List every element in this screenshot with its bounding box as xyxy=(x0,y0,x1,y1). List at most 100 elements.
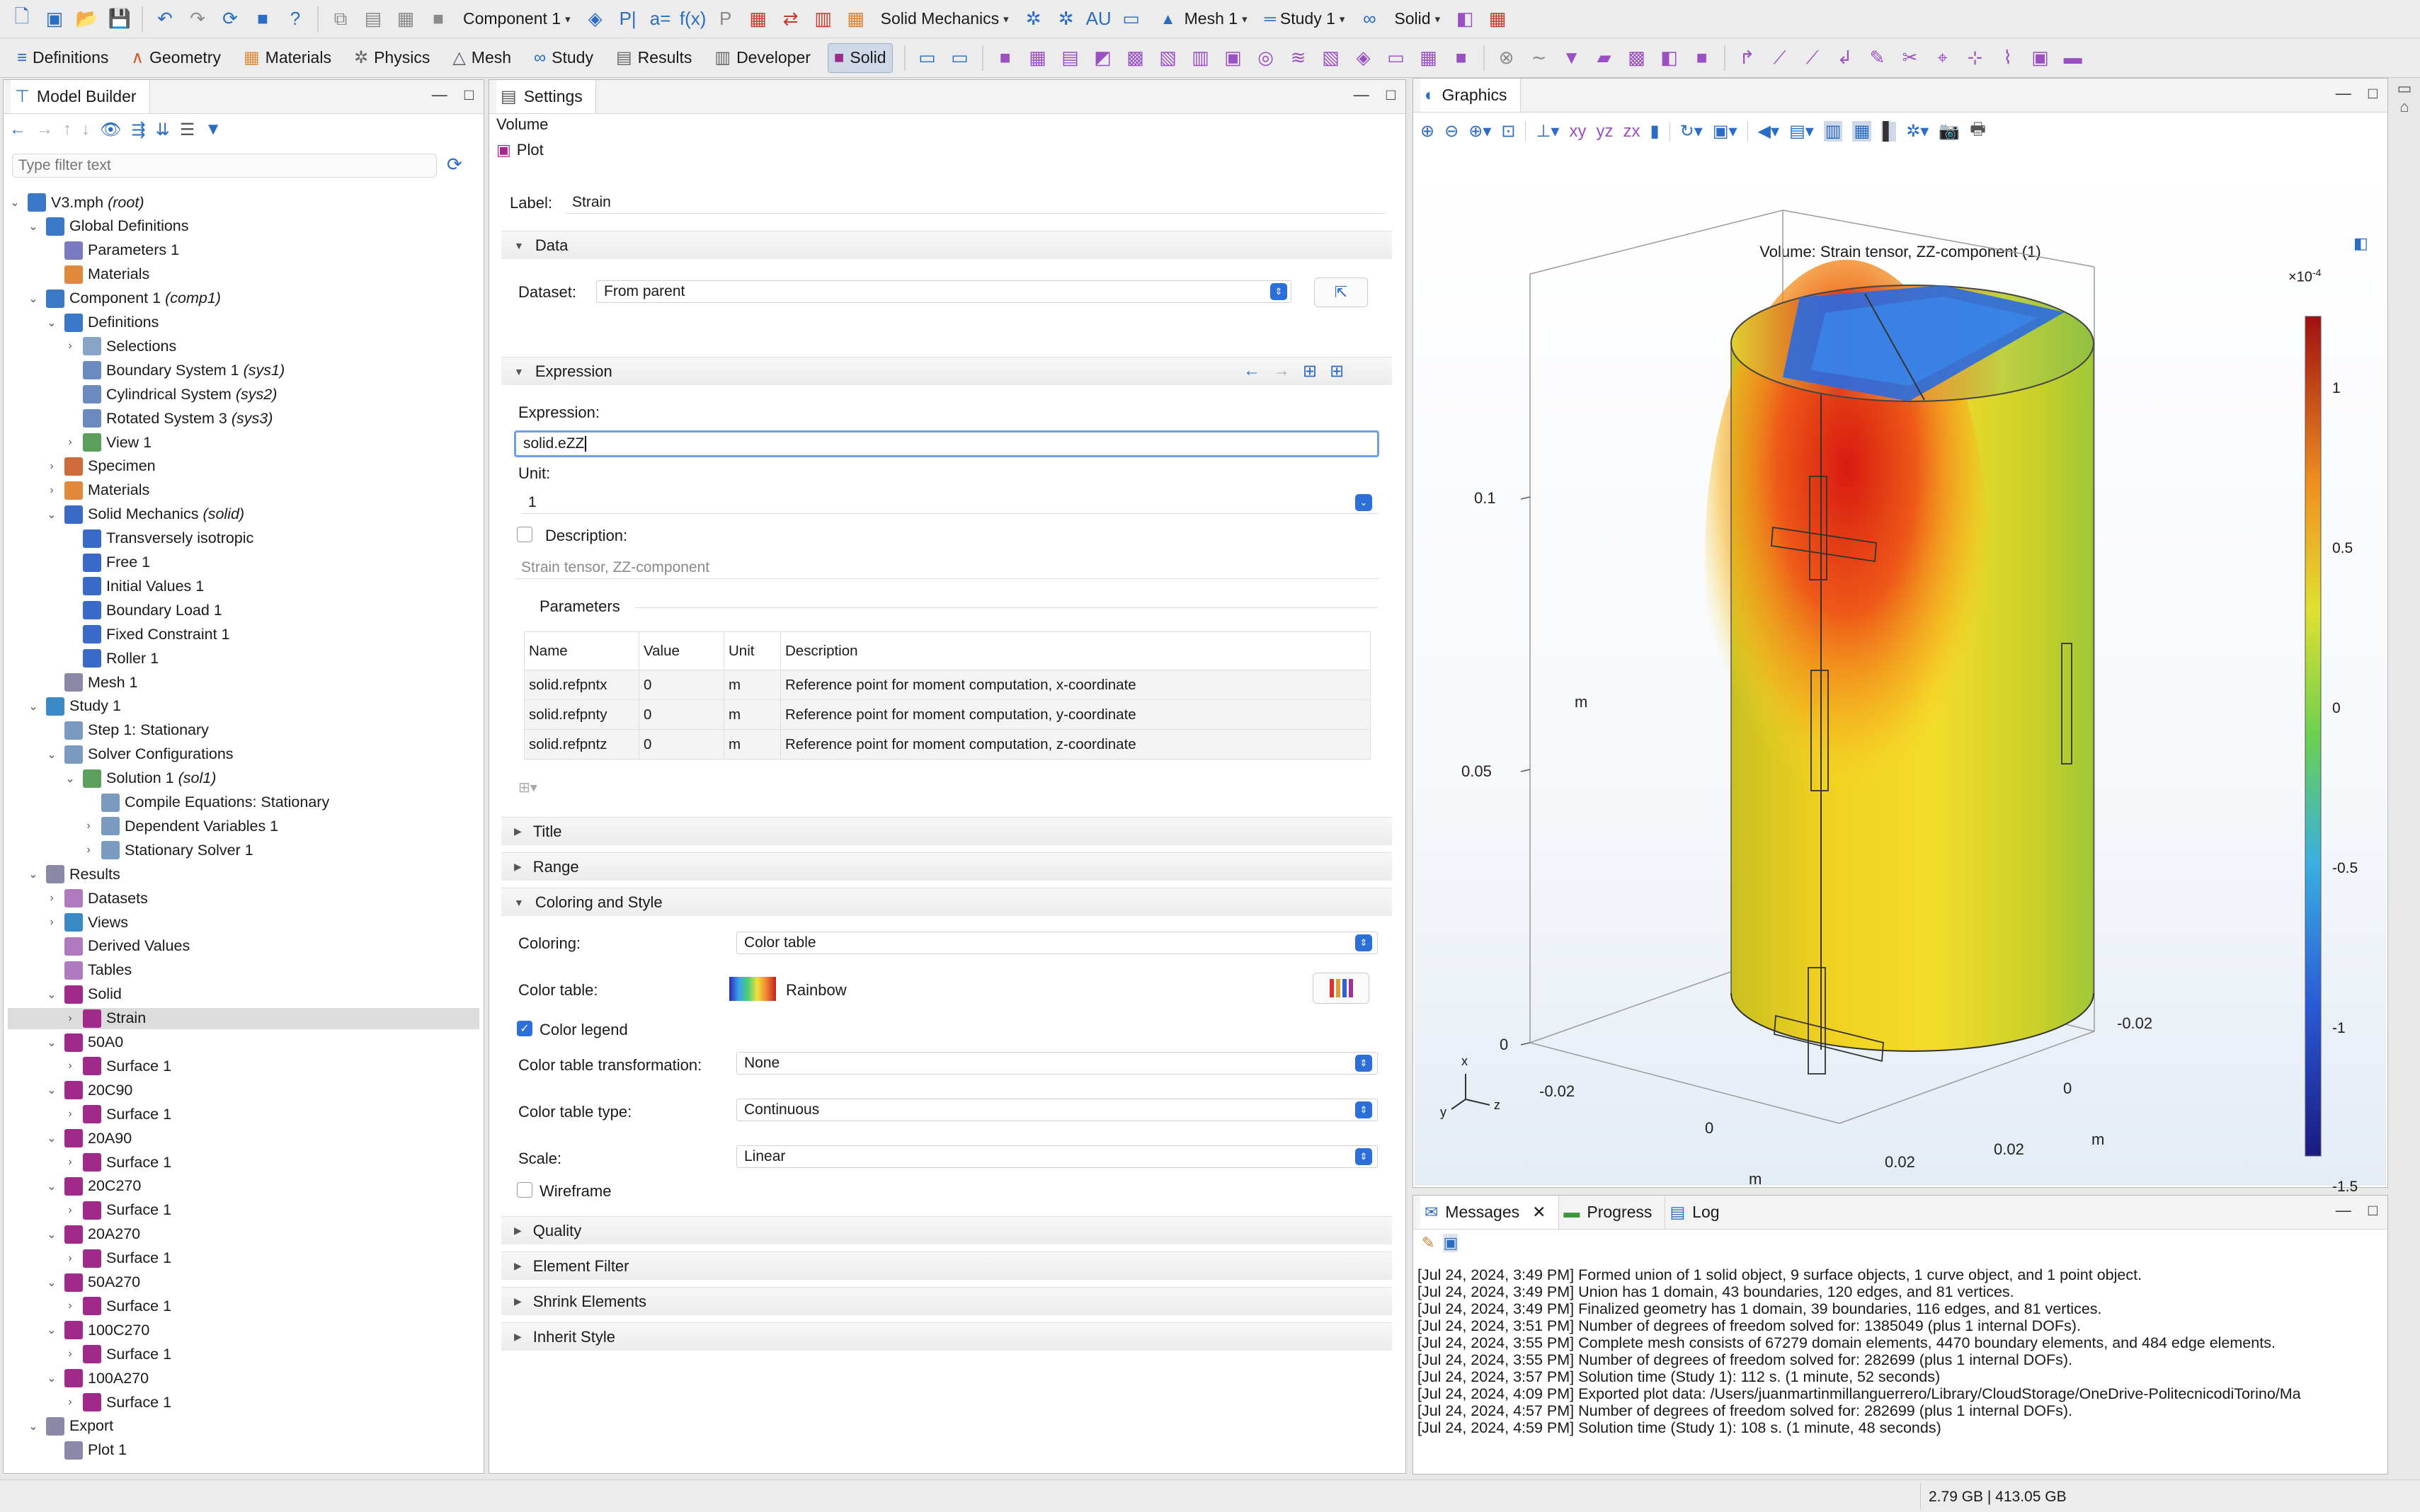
restore-icon[interactable]: ▭ xyxy=(2397,79,2412,97)
domain-icon[interactable]: ✲ xyxy=(1022,7,1046,31)
zoom-out-icon[interactable]: ⊖ xyxy=(1444,121,1459,142)
selection-icon[interactable]: ▰ xyxy=(1592,46,1616,70)
arrow-volume-icon[interactable]: ▧ xyxy=(1156,46,1180,70)
tab-definitions[interactable]: ≡ Definitions xyxy=(11,43,114,73)
graphics-tab[interactable]: ◐ Graphics xyxy=(1420,79,1521,112)
chevron-right-icon[interactable]: › xyxy=(63,340,77,353)
component-dropdown[interactable]: Component 1 ▾ xyxy=(463,9,571,28)
maximize-icon[interactable]: □ xyxy=(2368,84,2378,103)
tree-item[interactable]: ⌄ Study 1 xyxy=(8,696,479,717)
chevron-right-icon[interactable]: › xyxy=(63,1012,77,1025)
chevron-right-icon[interactable]: › xyxy=(63,1060,77,1072)
chevron-right-icon[interactable]: › xyxy=(63,1396,77,1409)
chevron-right-icon[interactable]: › xyxy=(81,820,96,832)
application-icon[interactable]: ▣ xyxy=(42,7,67,31)
chevron-down-icon[interactable]: ⌄ xyxy=(45,1131,59,1145)
legend-toggle-icon[interactable]: ▌ xyxy=(1881,121,1897,142)
tree-item[interactable]: Cylindrical System (sys2) xyxy=(8,384,479,405)
boundary-icon[interactable]: ✲ xyxy=(1054,7,1078,31)
au-icon[interactable]: AU xyxy=(1086,7,1112,31)
volume-icon[interactable]: ■ xyxy=(993,46,1017,70)
physics-dropdown[interactable]: Solid Mechanics ▾ xyxy=(881,9,1009,28)
materials-icon[interactable]: ▦ xyxy=(844,7,868,31)
chevron-right-icon[interactable]: › xyxy=(63,1252,77,1265)
tree-item[interactable]: Compile Equations: Stationary xyxy=(8,792,479,813)
section-inherit-style[interactable]: ▶ Inherit Style xyxy=(501,1322,1392,1351)
replace-expression-icon[interactable]: ← xyxy=(1243,361,1260,382)
tree-item[interactable]: › Dependent Variables 1 xyxy=(8,815,479,837)
coloring-select-arrow-icon[interactable]: ⇕ xyxy=(1355,934,1372,951)
tree-item[interactable]: › Surface 1 xyxy=(8,1200,479,1221)
pi-icon[interactable]: P xyxy=(714,7,738,31)
tree-item[interactable]: › Surface 1 xyxy=(8,1152,479,1173)
chevron-down-icon[interactable]: ⌄ xyxy=(26,292,40,306)
section-data[interactable]: ▼ Data xyxy=(501,231,1392,259)
chevron-right-icon[interactable]: › xyxy=(63,1300,77,1312)
probe-icon[interactable]: ↲ xyxy=(1833,46,1857,70)
import-icon[interactable]: ⇄ xyxy=(779,7,803,31)
help-icon[interactable]: ? xyxy=(283,7,307,31)
chevron-down-icon[interactable]: ⌄ xyxy=(45,1323,59,1337)
tree-item[interactable]: ⌄ Export xyxy=(8,1416,479,1437)
tree-item[interactable]: › Specimen xyxy=(8,456,479,477)
chevron-down-icon[interactable]: ⌄ xyxy=(45,316,59,330)
tree-item[interactable]: ⌄ Global Definitions xyxy=(8,216,479,237)
rotate-icon[interactable]: ↻▾ xyxy=(1680,121,1703,142)
tree-item[interactable]: Free 1 xyxy=(8,552,479,573)
tree-item[interactable]: Materials xyxy=(8,264,479,285)
settings-tab[interactable]: ▤ Settings xyxy=(496,80,596,113)
param-value[interactable]: 0 xyxy=(639,670,724,700)
particle-icon[interactable]: ▣ xyxy=(1221,46,1245,70)
minimize-icon[interactable]: — xyxy=(2336,84,2351,103)
color-table-type-select[interactable]: Continuous xyxy=(736,1099,1378,1121)
unit-select[interactable]: 1 xyxy=(521,491,1379,514)
param-value[interactable]: 0 xyxy=(639,699,724,730)
cut-plane-icon[interactable]: ✂ xyxy=(1898,46,1922,70)
plot-in-icon[interactable]: ▭ xyxy=(948,46,972,70)
selection-mode-icon[interactable]: ▣▾ xyxy=(1713,121,1737,142)
tree-item[interactable]: ⌄ Component 1 (comp1) xyxy=(8,288,479,309)
wireframe-toggle-icon[interactable]: ▥ xyxy=(1823,121,1843,142)
chevron-down-icon[interactable]: ⌄ xyxy=(26,1419,40,1433)
chevron-right-icon[interactable]: › xyxy=(45,484,59,497)
minimize-icon[interactable]: — xyxy=(1354,86,1369,104)
copy-icon[interactable]: ⧉ xyxy=(329,7,353,31)
tree-item[interactable]: Derived Values xyxy=(8,936,479,957)
section-quality[interactable]: ▶ Quality xyxy=(501,1216,1392,1244)
functions-icon[interactable]: f(x) xyxy=(680,7,707,31)
tree-item[interactable]: ⌄ 50A0 xyxy=(8,1032,479,1053)
multislice-icon[interactable]: ▦ xyxy=(1026,46,1050,70)
export-image-icon[interactable]: ▣ xyxy=(2028,46,2053,70)
scale-select[interactable]: Linear xyxy=(736,1145,1378,1168)
link-icon[interactable]: ⊗ xyxy=(1495,46,1519,70)
deformation-icon[interactable]: ▼ xyxy=(1560,46,1584,70)
tree-item[interactable]: Roller 1 xyxy=(8,648,479,669)
windows-icon[interactable]: ■ xyxy=(251,7,275,31)
view-axes-icon[interactable]: ⊥▾ xyxy=(1536,121,1559,142)
color-legend-checkbox[interactable]: ✓ xyxy=(517,1021,532,1036)
measure-icon[interactable]: ⊹ xyxy=(1963,46,1987,70)
color-table-transformation-select[interactable]: None xyxy=(736,1052,1378,1075)
mesh-plot-icon[interactable]: ▦ xyxy=(1417,46,1441,70)
chevron-right-icon[interactable]: › xyxy=(63,436,77,449)
tree-item[interactable]: Initial Values 1 xyxy=(8,575,479,597)
tree-item[interactable]: › Datasets xyxy=(8,888,479,909)
default-view-icon[interactable]: ▮ xyxy=(1650,121,1659,142)
chevron-right-icon[interactable]: › xyxy=(45,460,59,473)
dataset-select[interactable]: From parent xyxy=(596,280,1291,303)
new-file-icon[interactable]: 🗋 xyxy=(10,6,34,31)
ctype-select-arrow-icon[interactable]: ⇕ xyxy=(1355,1101,1372,1118)
tree-item[interactable]: Step 1: Stationary xyxy=(8,720,479,741)
tree-item[interactable]: › View 1 xyxy=(8,432,479,453)
go-to-source-button[interactable]: ⇱ xyxy=(1314,277,1368,307)
tree-item[interactable]: Tables xyxy=(8,960,479,981)
tree-item[interactable]: ⌄ Solver Configurations xyxy=(8,744,479,765)
tree-item[interactable]: › Materials xyxy=(8,480,479,501)
paste-icon[interactable]: ▤ xyxy=(361,7,385,31)
filter-icon[interactable]: ∼ xyxy=(1527,46,1551,70)
reset-desktop-icon[interactable]: ⟳ xyxy=(218,7,242,31)
chevron-down-icon[interactable]: ⌄ xyxy=(45,1083,59,1097)
print-icon[interactable]: 🖶 xyxy=(1970,117,1986,146)
range-icon[interactable]: ⊞ xyxy=(1303,361,1317,382)
tree-item[interactable]: Fixed Constraint 1 xyxy=(8,624,479,645)
